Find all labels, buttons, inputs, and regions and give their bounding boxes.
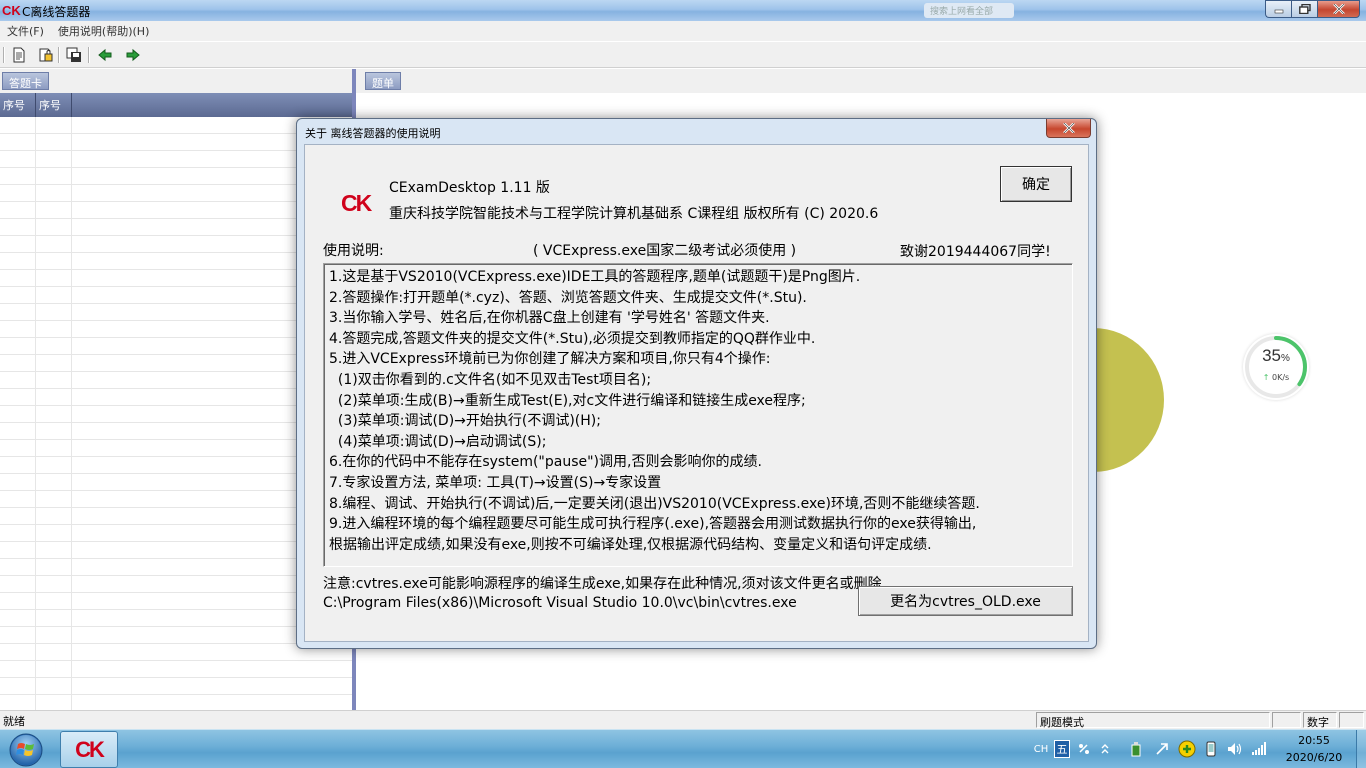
column-header-index[interactable]: 序号 (0, 93, 36, 117)
note-line: 9.进入编程环境的每个编程题要尽可能生成可执行程序(.exe),答题器会用测试数… (329, 516, 977, 533)
document-icon (13, 47, 25, 63)
arrow-left-icon (98, 48, 112, 62)
note-line: 7.专家设置方法, 菜单项: 工具(T)→设置(S)→专家设置 (329, 474, 662, 491)
grid-divider (35, 117, 36, 710)
status-empty (1339, 712, 1364, 728)
usage-notes-box[interactable]: 1.这是基于VS2010(VCExpress.exe)IDE工具的答题程序,题单… (323, 263, 1073, 567)
close-icon (1332, 4, 1345, 14)
grid-divider (71, 117, 72, 710)
maximize-button[interactable] (1291, 0, 1317, 18)
window-title: C离线答题器 (22, 5, 91, 19)
app-logo: CK (2, 3, 21, 18)
show-desktop-button[interactable] (1356, 730, 1366, 768)
usage-note: ( VCExpress.exe国家二级考试必须使用 ) (533, 243, 797, 259)
open-question-list-button[interactable] (10, 46, 28, 64)
note-line: (3)菜单项:调试(D)→开始执行(不调试)(H); (329, 413, 601, 430)
clock[interactable]: 20:55 2020/6/20 (1282, 732, 1346, 766)
app-version: CExamDesktop 1.11 版 (389, 180, 550, 196)
security-icon[interactable] (1178, 740, 1196, 758)
menu-file[interactable]: 文件(F) (0, 23, 51, 39)
status-empty (1272, 712, 1301, 728)
minimize-button[interactable] (1265, 0, 1291, 18)
note-line: 1.这是基于VS2010(VCExpress.exe)IDE工具的答题程序,题单… (329, 269, 861, 285)
rename-cvtres-button[interactable]: 更名为cvtres_OLD.exe (858, 586, 1073, 616)
usb-icon[interactable] (1128, 740, 1144, 758)
folder-lock-icon (39, 48, 53, 62)
pane-header (0, 69, 352, 93)
close-icon (1062, 123, 1075, 133)
start-button[interactable] (4, 731, 48, 768)
cvtres-warning: 注意:cvtres.exe可能影响源程序的编译生成exe,如果存在此种情况,须对… (323, 576, 887, 592)
network-speed-widget[interactable]: 35% ↑ 0K/s (1243, 334, 1309, 400)
answer-folder-button[interactable] (37, 46, 55, 64)
note-line: 2.答题操作:打开题单(*.cyz)、答题、浏览答题文件夹、生成提交文件(*.S… (329, 289, 807, 306)
about-dialog: 关于 离线答题器的使用说明 CK CExamDesktop 1.11 版 重庆科… (296, 118, 1097, 649)
note-line: (4)菜单项:调试(D)→启动调试(S); (329, 433, 547, 450)
note-line: 4.答题完成,答题文件夹的提交文件(*.Stu),必须提交到教师指定的QQ群作业… (329, 330, 816, 347)
dialog-title: 关于 离线答题器的使用说明 (305, 127, 441, 140)
search-box[interactable]: 搜索上网看全部 (924, 3, 1014, 18)
next-button[interactable] (124, 46, 142, 64)
note-line: (1)双击你看到的.c文件名(如不见双击Test项目名); (329, 371, 652, 388)
previous-button[interactable] (96, 46, 114, 64)
usage-label: 使用说明: (323, 243, 384, 259)
phone-icon[interactable] (1204, 740, 1218, 758)
status-ready: 就绪 (3, 715, 25, 728)
up-arrow-icon: ↑ (1262, 373, 1270, 382)
menu-help[interactable]: 使用说明(帮助)(H) (51, 23, 156, 39)
volume-icon[interactable] (1226, 740, 1244, 758)
copyright: 重庆科技学院智能技术与工程学院计算机基础系 C课程组 版权所有 (C) 2020… (389, 206, 879, 222)
note-line: 8.编程、调试、开始执行(不调试)后,一定要关闭(退出)VS2010(VCExp… (329, 495, 980, 512)
submit-button[interactable] (65, 46, 83, 64)
note-line: 6.在你的代码中不能存在system("pause")调用,否则会影响你的成绩. (329, 454, 762, 471)
status-mode: 刷题模式 (1036, 712, 1270, 729)
close-button[interactable] (1317, 0, 1360, 18)
toolbar (0, 41, 1366, 68)
dialog-logo: CK (341, 190, 372, 216)
dialog-close-button[interactable] (1046, 119, 1091, 138)
taskbar-app-logo: CK (75, 736, 105, 762)
toolbar-separator (58, 47, 60, 63)
note-line: 根据输出评定成绩,如果没有exe,则按不可编译处理,仅根据源代码结构、变量定义和… (329, 536, 932, 553)
status-bar: 就绪 刷题模式 数字 (0, 710, 1366, 729)
restore-icon (1298, 4, 1311, 14)
network-icon[interactable] (1250, 740, 1268, 758)
progress-ring (1245, 336, 1307, 398)
language-indicator[interactable]: CH (1033, 740, 1049, 758)
taskbar: CK CH 五 20:55 2020/6/20 (0, 729, 1366, 768)
pane-header (356, 69, 1366, 93)
dialog-content: CK CExamDesktop 1.11 版 重庆科技学院智能技术与工程学院计算… (304, 144, 1089, 642)
arrow-icon[interactable] (1154, 740, 1170, 758)
tab-question-list[interactable]: 题单 (365, 72, 401, 90)
menu-bar: 文件(F) 使用说明(帮助)(H) (0, 21, 1366, 41)
toolbar-grip (3, 47, 5, 63)
clock-date: 2020/6/20 (1285, 751, 1343, 764)
taskbar-app-ck[interactable]: CK (60, 731, 118, 768)
thanks-text: 致谢2019444067同学! (900, 244, 1051, 260)
title-bar[interactable]: CK C离线答题器 搜索上网看全部 (0, 0, 1366, 21)
grid-header: 序号 序号 (0, 93, 352, 117)
save-icon (66, 47, 81, 62)
note-line: (2)菜单项:生成(B)→重新生成Test(E),对c文件进行编译和链接生成ex… (329, 392, 806, 409)
speed-percent: 35% (1262, 346, 1290, 365)
ime-settings-icon[interactable] (1076, 740, 1092, 758)
tab-answer-card[interactable]: 答题卡 (2, 72, 49, 90)
cvtres-path: C:\Program Files(x86)\Microsoft Visual S… (323, 595, 797, 611)
windows-logo-icon (9, 733, 43, 767)
tray-expand-icon[interactable] (1098, 740, 1112, 758)
toolbar-separator (88, 47, 90, 63)
note-line: 5.进入VCExpress环境前已为你创建了解决方案和项目,你只有4个操作: (329, 351, 771, 368)
status-numlock: 数字 (1303, 712, 1337, 729)
clock-time: 20:55 (1298, 734, 1330, 747)
ok-button[interactable]: 确定 (1000, 166, 1072, 202)
minimize-icon (1274, 9, 1283, 14)
column-header-index[interactable]: 序号 (36, 93, 72, 117)
note-line: 3.当你输入学号、姓名后,在你机器C盘上创建有 '学号姓名' 答题文件夹. (329, 310, 770, 327)
arrow-right-icon (126, 48, 140, 62)
speed-rate: ↑ 0K/s (1262, 373, 1290, 382)
ime-indicator[interactable]: 五 (1054, 740, 1070, 758)
